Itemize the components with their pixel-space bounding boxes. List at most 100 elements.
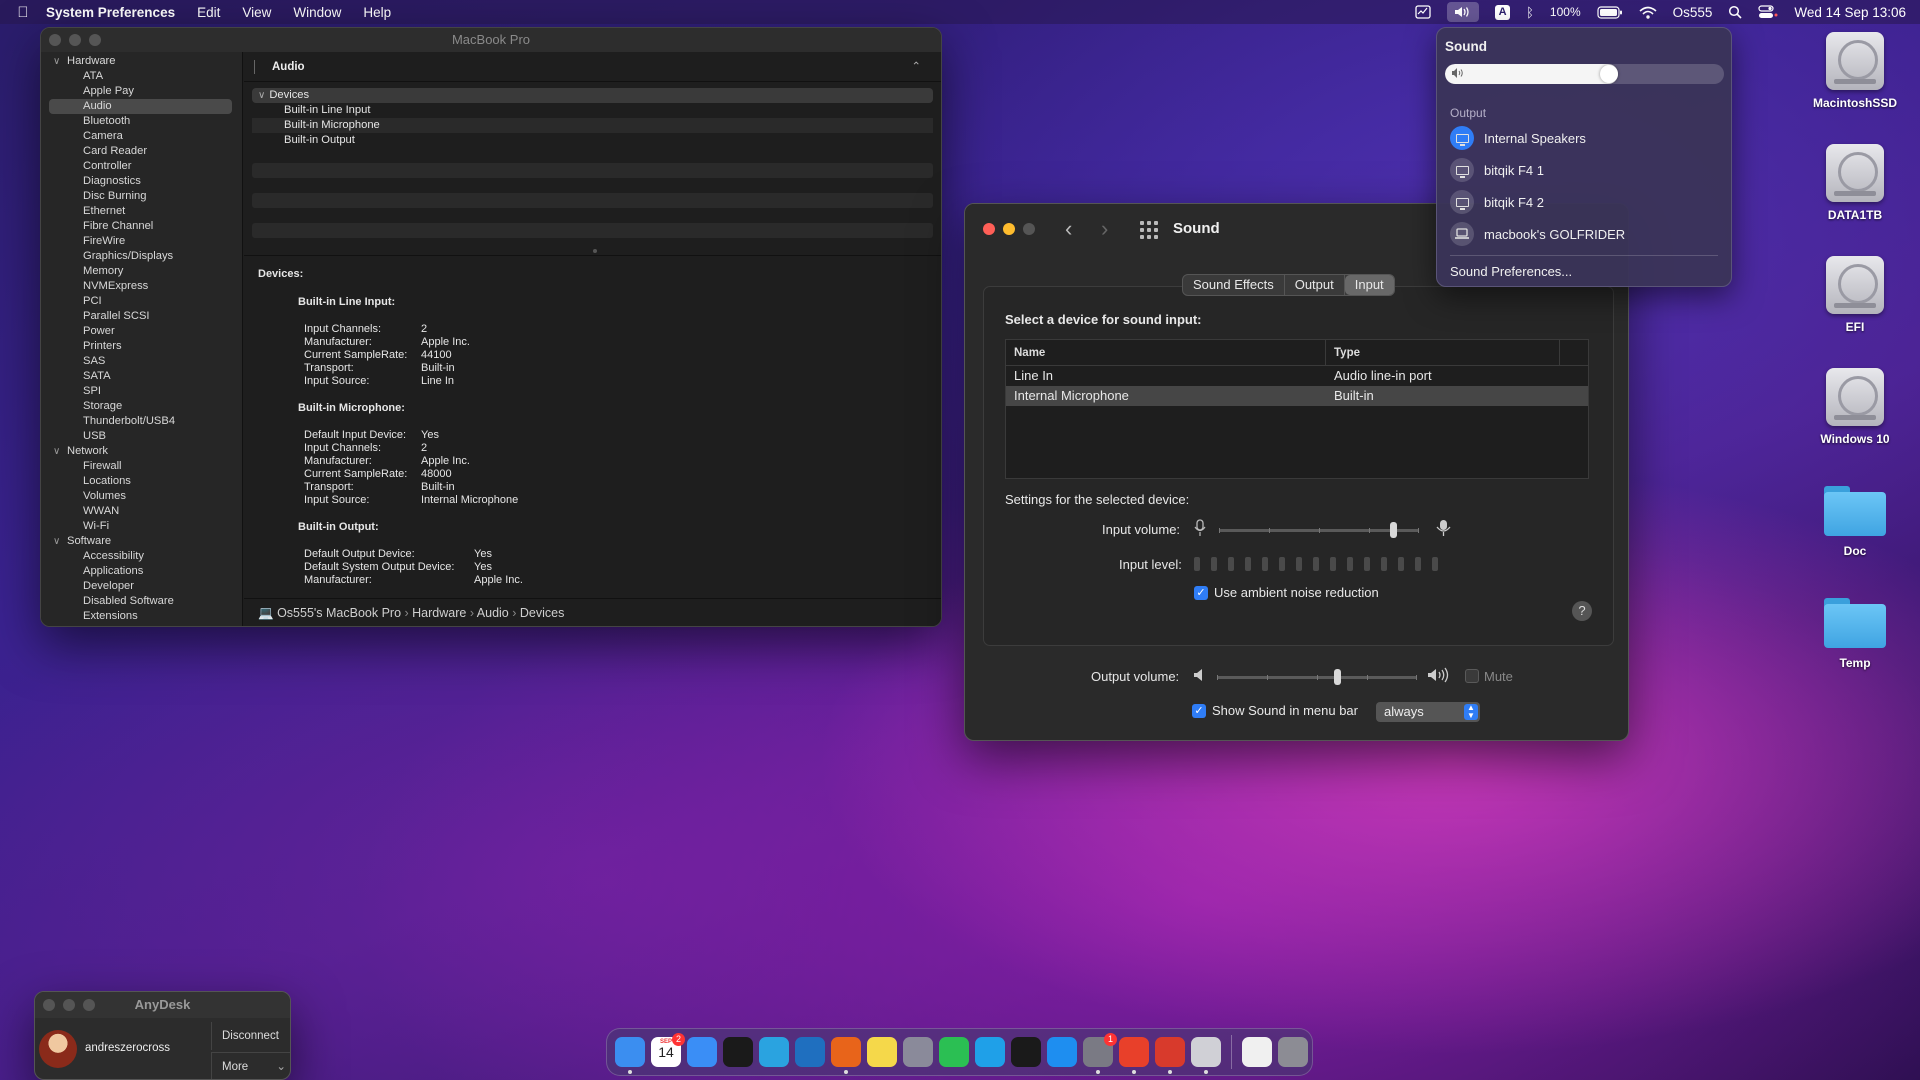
spotlight-search-icon[interactable] xyxy=(1728,5,1742,19)
path-item-hardware[interactable]: Hardware xyxy=(412,606,466,620)
menu-view[interactable]: View xyxy=(242,5,271,20)
menubar-clock[interactable]: Wed 14 Sep 13:06 xyxy=(1794,5,1906,20)
output-item-bitqik-2[interactable]: bitqik F4 2 xyxy=(1450,187,1544,217)
dock-launchpad-icon[interactable] xyxy=(903,1037,933,1067)
apple-menu-icon[interactable]:  xyxy=(0,4,46,21)
minimize-button[interactable] xyxy=(1003,223,1015,235)
zoom-button[interactable] xyxy=(83,999,95,1011)
sidebar-item-card-reader[interactable]: Card Reader xyxy=(41,144,242,159)
pane-splitter[interactable] xyxy=(244,246,941,256)
app-menu[interactable]: System Preferences xyxy=(46,5,175,20)
user-menu[interactable]: Os555 xyxy=(1673,5,1713,20)
dock-firefox-icon[interactable] xyxy=(831,1037,861,1074)
sidebar-item-developer[interactable]: Developer xyxy=(41,579,242,594)
sidebar-item-disabled-software[interactable]: Disabled Software xyxy=(41,594,242,609)
sidebar-item-ethernet[interactable]: Ethernet xyxy=(41,204,242,219)
sidebar-item-extensions[interactable]: Extensions xyxy=(41,609,242,624)
minimize-button[interactable] xyxy=(63,999,75,1011)
tab-sound-effects[interactable]: Sound Effects xyxy=(1183,275,1285,295)
dock-vscode-icon[interactable] xyxy=(795,1037,825,1067)
desktop-icon-efi[interactable]: EFI xyxy=(1800,256,1910,334)
output-volume-slider[interactable] xyxy=(1217,669,1417,685)
dock-anydesk-icon[interactable] xyxy=(1119,1037,1149,1074)
sidebar-item-memory[interactable]: Memory xyxy=(41,264,242,279)
show-sound-menubar-checkbox[interactable]: ✓ xyxy=(1192,704,1206,718)
sidebar-item-disc-burning[interactable]: Disc Burning xyxy=(41,189,242,204)
tree-row-microphone[interactable]: Built-in Microphone xyxy=(252,118,933,133)
back-button[interactable]: ‹ xyxy=(1065,216,1072,242)
close-button[interactable] xyxy=(983,223,995,235)
sidebar-item-audio[interactable]: Audio xyxy=(49,99,232,114)
dock-mail-icon[interactable] xyxy=(687,1037,717,1067)
output-item-bitqik-1[interactable]: bitqik F4 1 xyxy=(1450,155,1544,185)
sidebar-item-thunderbolt-usb4[interactable]: Thunderbolt/USB4 xyxy=(41,414,242,429)
wifi-icon[interactable] xyxy=(1639,6,1657,19)
close-button[interactable] xyxy=(43,999,55,1011)
sound-menu-icon[interactable] xyxy=(1447,2,1480,22)
sidebar-item-accessibility[interactable]: Accessibility xyxy=(41,549,242,564)
sound-preferences-item[interactable]: Sound Preferences... xyxy=(1450,264,1572,279)
sidebar-item-parallel-scsi[interactable]: Parallel SCSI xyxy=(41,309,242,324)
dock-whatsapp-icon[interactable] xyxy=(939,1037,969,1067)
dock-anydesk-alt-icon[interactable] xyxy=(1155,1037,1185,1074)
menu-help[interactable]: Help xyxy=(363,5,391,20)
dock-document-icon[interactable] xyxy=(1242,1037,1272,1067)
tree-row-output[interactable]: Built-in Output xyxy=(252,133,933,148)
tree-row-devices[interactable]: ∨ Devices xyxy=(252,88,933,103)
desktop-icon-doc[interactable]: Doc xyxy=(1800,480,1910,558)
menu-window[interactable]: Window xyxy=(293,5,341,20)
dock-notes-icon[interactable] xyxy=(867,1037,897,1067)
table-row[interactable]: Internal Microphone Built-in xyxy=(1006,386,1588,406)
sidebar-item-diagnostics[interactable]: Diagnostics xyxy=(41,174,242,189)
sidebar-item-applications[interactable]: Applications xyxy=(41,564,242,579)
sidebar-item-pci[interactable]: PCI xyxy=(41,294,242,309)
sidebar-item-wwan[interactable]: WWAN xyxy=(41,504,242,519)
input-volume-slider[interactable] xyxy=(1219,522,1419,538)
tab-output[interactable]: Output xyxy=(1285,275,1345,295)
desktop-icon-macintoshssd[interactable]: MacintoshSSD xyxy=(1800,32,1910,110)
sidebar-group-network[interactable]: ∨ Network xyxy=(41,444,242,459)
ambient-noise-checkbox[interactable]: ✓ xyxy=(1194,586,1208,600)
sidebar-group-hardware[interactable]: ∨ Hardware xyxy=(41,54,242,69)
menu-edit[interactable]: Edit xyxy=(197,5,220,20)
activity-monitor-icon[interactable] xyxy=(1415,5,1431,19)
sidebar-item-firewire[interactable]: FireWire xyxy=(41,234,242,249)
dock-calendar-icon[interactable]: SEP 14 2 xyxy=(651,1033,685,1067)
dock-app-store-icon[interactable] xyxy=(1047,1037,1077,1067)
chevron-up-icon[interactable]: ⌃ xyxy=(911,52,921,82)
sidebar-item-fibre-channel[interactable]: Fibre Channel xyxy=(41,219,242,234)
show-all-grid-icon[interactable] xyxy=(1140,221,1158,239)
desktop-icon-windows10[interactable]: Windows 10 xyxy=(1800,368,1910,446)
sidebar-item-sata[interactable]: SATA xyxy=(41,369,242,384)
input-source-icon[interactable]: A xyxy=(1495,4,1511,20)
path-item-computer[interactable]: Os555's MacBook Pro xyxy=(277,606,401,620)
dock-printer-icon[interactable] xyxy=(1191,1037,1221,1074)
sidebar-item-volumes[interactable]: Volumes xyxy=(41,489,242,504)
sidebar-item-locations[interactable]: Locations xyxy=(41,474,242,489)
control-center-icon[interactable] xyxy=(1758,5,1778,19)
sysinfo-titlebar[interactable]: MacBook Pro xyxy=(41,28,941,52)
disconnect-button[interactable]: Disconnect xyxy=(211,1022,290,1050)
help-button[interactable]: ? xyxy=(1572,601,1592,621)
dock-skype-icon[interactable] xyxy=(975,1037,1005,1067)
path-item-devices[interactable]: Devices xyxy=(520,606,564,620)
sound-menu-volume-slider[interactable] xyxy=(1445,64,1724,84)
zoom-button[interactable] xyxy=(89,34,101,46)
sidebar-item-ata[interactable]: ATA xyxy=(41,69,242,84)
sidebar-item-sas[interactable]: SAS xyxy=(41,354,242,369)
minimize-button[interactable] xyxy=(69,34,81,46)
column-header-name[interactable]: Name xyxy=(1006,340,1326,365)
sidebar-item-storage[interactable]: Storage xyxy=(41,399,242,414)
table-row[interactable]: Line In Audio line-in port xyxy=(1006,366,1588,386)
sidebar-item-wi-fi[interactable]: Wi-Fi xyxy=(41,519,242,534)
sidebar-item-printers[interactable]: Printers xyxy=(41,339,242,354)
sidebar-item-firewall[interactable]: Firewall xyxy=(41,459,242,474)
column-header-type[interactable]: Type xyxy=(1326,340,1560,365)
output-item-internal-speakers[interactable]: Internal Speakers xyxy=(1450,123,1586,153)
dock-finder-icon[interactable] xyxy=(615,1037,645,1074)
sidebar-item-graphics-displays[interactable]: Graphics/Displays xyxy=(41,249,242,264)
dock-telegram-icon[interactable] xyxy=(759,1037,789,1067)
sidebar-item-controller[interactable]: Controller xyxy=(41,159,242,174)
sidebar-item-usb[interactable]: USB xyxy=(41,429,242,444)
battery-icon[interactable] xyxy=(1597,5,1623,19)
